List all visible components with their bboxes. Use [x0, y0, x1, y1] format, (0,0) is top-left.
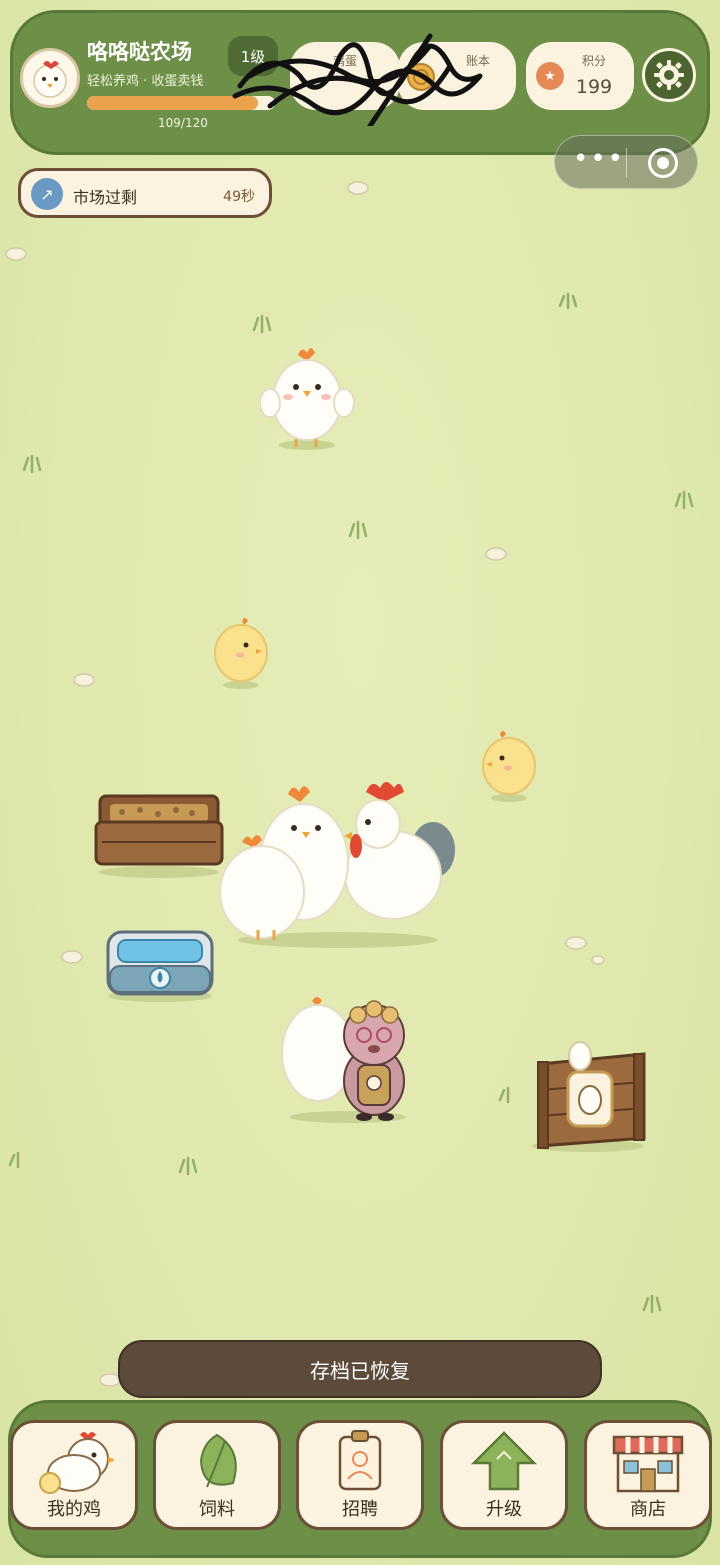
capsule-divider	[626, 148, 627, 178]
market-event-timer: 49秒	[223, 189, 255, 205]
toast-message: 存档已恢复	[118, 1340, 602, 1398]
gear-icon	[654, 60, 684, 90]
score-label: 积分	[581, 54, 606, 68]
more-menu-button[interactable]: •••	[573, 146, 623, 176]
chick-sprite[interactable]	[210, 615, 272, 690]
nav-recruit[interactable]: 招聘	[296, 1420, 424, 1530]
miniprogram-capsule: •••	[554, 135, 698, 189]
leaf-icon	[199, 1433, 237, 1488]
trend-arrow-icon: ↗	[31, 178, 63, 210]
ledger-stat[interactable]: 账本	[398, 42, 516, 110]
nav-my-chickens[interactable]: 我的鸡	[10, 1420, 138, 1530]
shop-icon	[612, 1435, 684, 1493]
egg-collection-crate[interactable]	[528, 1040, 652, 1155]
nav-upgrade[interactable]: 升级	[440, 1420, 568, 1530]
score-value: 199	[575, 76, 613, 98]
id-badge-icon	[338, 1430, 382, 1491]
feed-trough[interactable]	[92, 790, 226, 880]
eggs-label: 鸡蛋	[332, 54, 357, 68]
level-badge: 1级	[228, 36, 278, 76]
nav-recruit-label: 招聘	[342, 1499, 378, 1520]
settings-button[interactable]	[642, 48, 696, 102]
nav-shop-label: 商店	[630, 1499, 666, 1520]
score-stat[interactable]: ★ 积分 199	[526, 42, 634, 110]
xp-text: 109/120	[158, 116, 208, 130]
worker-and-hen[interactable]	[278, 995, 418, 1125]
market-event-pill[interactable]: ↗ 市场过剩 49秒	[18, 168, 272, 218]
hen-sprite[interactable]	[260, 345, 355, 455]
close-miniprogram-button[interactable]	[648, 148, 678, 178]
nav-feed[interactable]: 饲料	[153, 1420, 281, 1530]
nav-upgrade-label: 升级	[486, 1499, 522, 1520]
eggs-stat[interactable]: 鸡蛋	[290, 42, 400, 110]
hen-and-rooster-group[interactable]	[218, 780, 463, 952]
market-event-label: 市场过剩	[73, 188, 138, 207]
chick-sprite[interactable]	[478, 728, 540, 803]
nav-shop[interactable]: 商店	[584, 1420, 712, 1530]
chicken-icon	[39, 1432, 114, 1494]
farm-tagline: 轻松养鸡 · 收蛋卖钱	[87, 74, 204, 89]
ledger-label: 账本	[465, 54, 490, 68]
chicken-avatar-icon	[33, 61, 67, 98]
xp-progress-bar	[87, 96, 275, 110]
nav-feed-label: 饲料	[199, 1499, 235, 1520]
farm-name: 咯咯哒农场	[87, 40, 192, 64]
farm-avatar[interactable]	[20, 48, 80, 108]
up-arrow-icon	[470, 1431, 538, 1491]
xp-progress-fill	[87, 96, 258, 110]
water-trough[interactable]	[104, 928, 216, 1004]
nav-my-chickens-label: 我的鸡	[47, 1499, 101, 1520]
